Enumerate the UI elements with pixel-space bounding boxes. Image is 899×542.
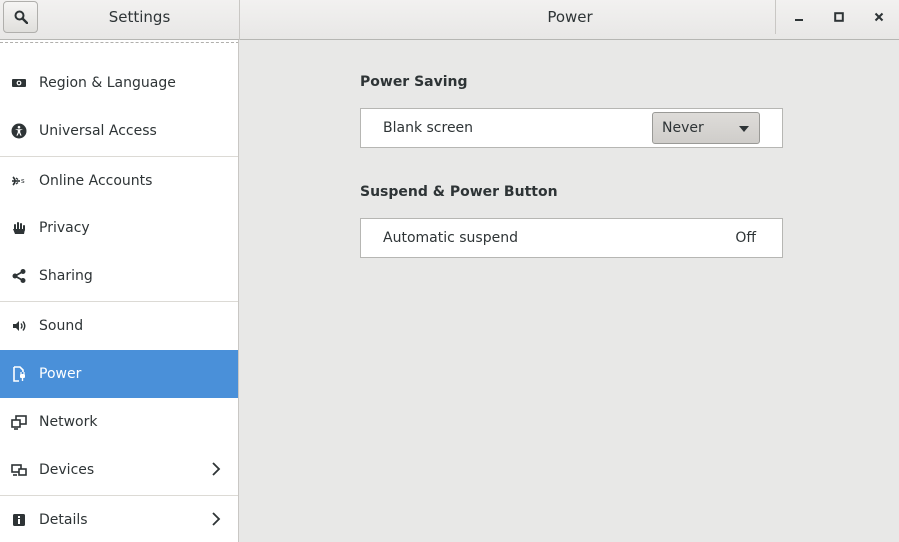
sidebar-item-network[interactable]: Network — [0, 398, 238, 446]
accessibility-icon — [10, 122, 28, 140]
sidebar-item-label: Sound — [39, 317, 84, 334]
sidebar-item-sound[interactable]: Sound — [0, 301, 238, 349]
suspend-frame[interactable]: Automatic suspend Off — [360, 218, 783, 258]
online-accounts-icon: s — [10, 172, 28, 190]
share-icon — [10, 267, 28, 285]
close-button[interactable] — [867, 6, 891, 28]
sidebar-item-power[interactable]: Power — [0, 350, 238, 398]
app-title: Settings — [108, 8, 171, 26]
close-icon — [874, 12, 884, 22]
search-icon — [14, 10, 28, 24]
maximize-button[interactable] — [827, 6, 851, 28]
minimize-icon — [795, 19, 803, 21]
sidebar-item-sharing[interactable]: Sharing — [0, 252, 238, 300]
minimize-button[interactable] — [787, 6, 811, 28]
sidebar-item-privacy[interactable]: Privacy — [0, 204, 238, 252]
power-saving-heading: Power Saving — [360, 74, 468, 90]
sidebar-item-details[interactable]: Details — [0, 495, 238, 542]
chevron-right-icon — [212, 512, 221, 526]
hand-icon — [10, 219, 28, 237]
network-icon — [10, 413, 28, 431]
sidebar-item-online-accounts[interactable]: s Online Accounts — [0, 156, 238, 204]
automatic-suspend-value: Off — [735, 230, 756, 246]
search-button[interactable] — [3, 1, 38, 33]
scroll-indicator — [0, 42, 238, 43]
svg-text:s: s — [21, 177, 25, 185]
devices-icon — [10, 461, 28, 479]
region-icon — [10, 74, 28, 92]
blank-screen-label: Blank screen — [383, 120, 474, 136]
sidebar[interactable]: Region & Language Universal Access s Onl… — [0, 40, 239, 542]
sidebar-item-label: Network — [39, 414, 98, 430]
sidebar-item-label: Universal Access — [39, 123, 157, 139]
dropdown-arrow-icon — [739, 126, 749, 132]
sidebar-item-region-language[interactable]: Region & Language — [0, 59, 238, 107]
power-icon — [10, 365, 28, 383]
sidebar-item-label: Region & Language — [39, 75, 176, 91]
speaker-icon — [10, 317, 28, 335]
suspend-heading: Suspend & Power Button — [360, 184, 558, 200]
sidebar-item-label: Sharing — [39, 268, 93, 284]
sidebar-item-label: Devices — [39, 462, 95, 478]
sidebar-item-label: Power — [39, 366, 82, 382]
header-separator — [775, 0, 776, 34]
sidebar-item-devices[interactable]: Devices — [0, 446, 238, 494]
automatic-suspend-label: Automatic suspend — [383, 230, 518, 246]
sidebar-item-label: Details — [39, 511, 88, 528]
blank-screen-dropdown[interactable]: Never — [652, 112, 760, 144]
sidebar-item-universal-access[interactable]: Universal Access — [0, 107, 238, 155]
blank-screen-value: Never — [662, 120, 704, 136]
sidebar-item-label: Privacy — [39, 220, 90, 236]
sidebar-item-label: Online Accounts — [39, 172, 153, 189]
info-icon — [10, 511, 28, 529]
power-saving-frame: Blank screen Never — [360, 108, 783, 148]
maximize-icon — [834, 12, 844, 22]
chevron-right-icon — [212, 462, 221, 476]
power-panel: Power Saving Blank screen Never Suspend … — [240, 41, 899, 542]
header-bar: Settings Power — [0, 0, 899, 40]
sidebar-header: Settings — [0, 0, 240, 40]
